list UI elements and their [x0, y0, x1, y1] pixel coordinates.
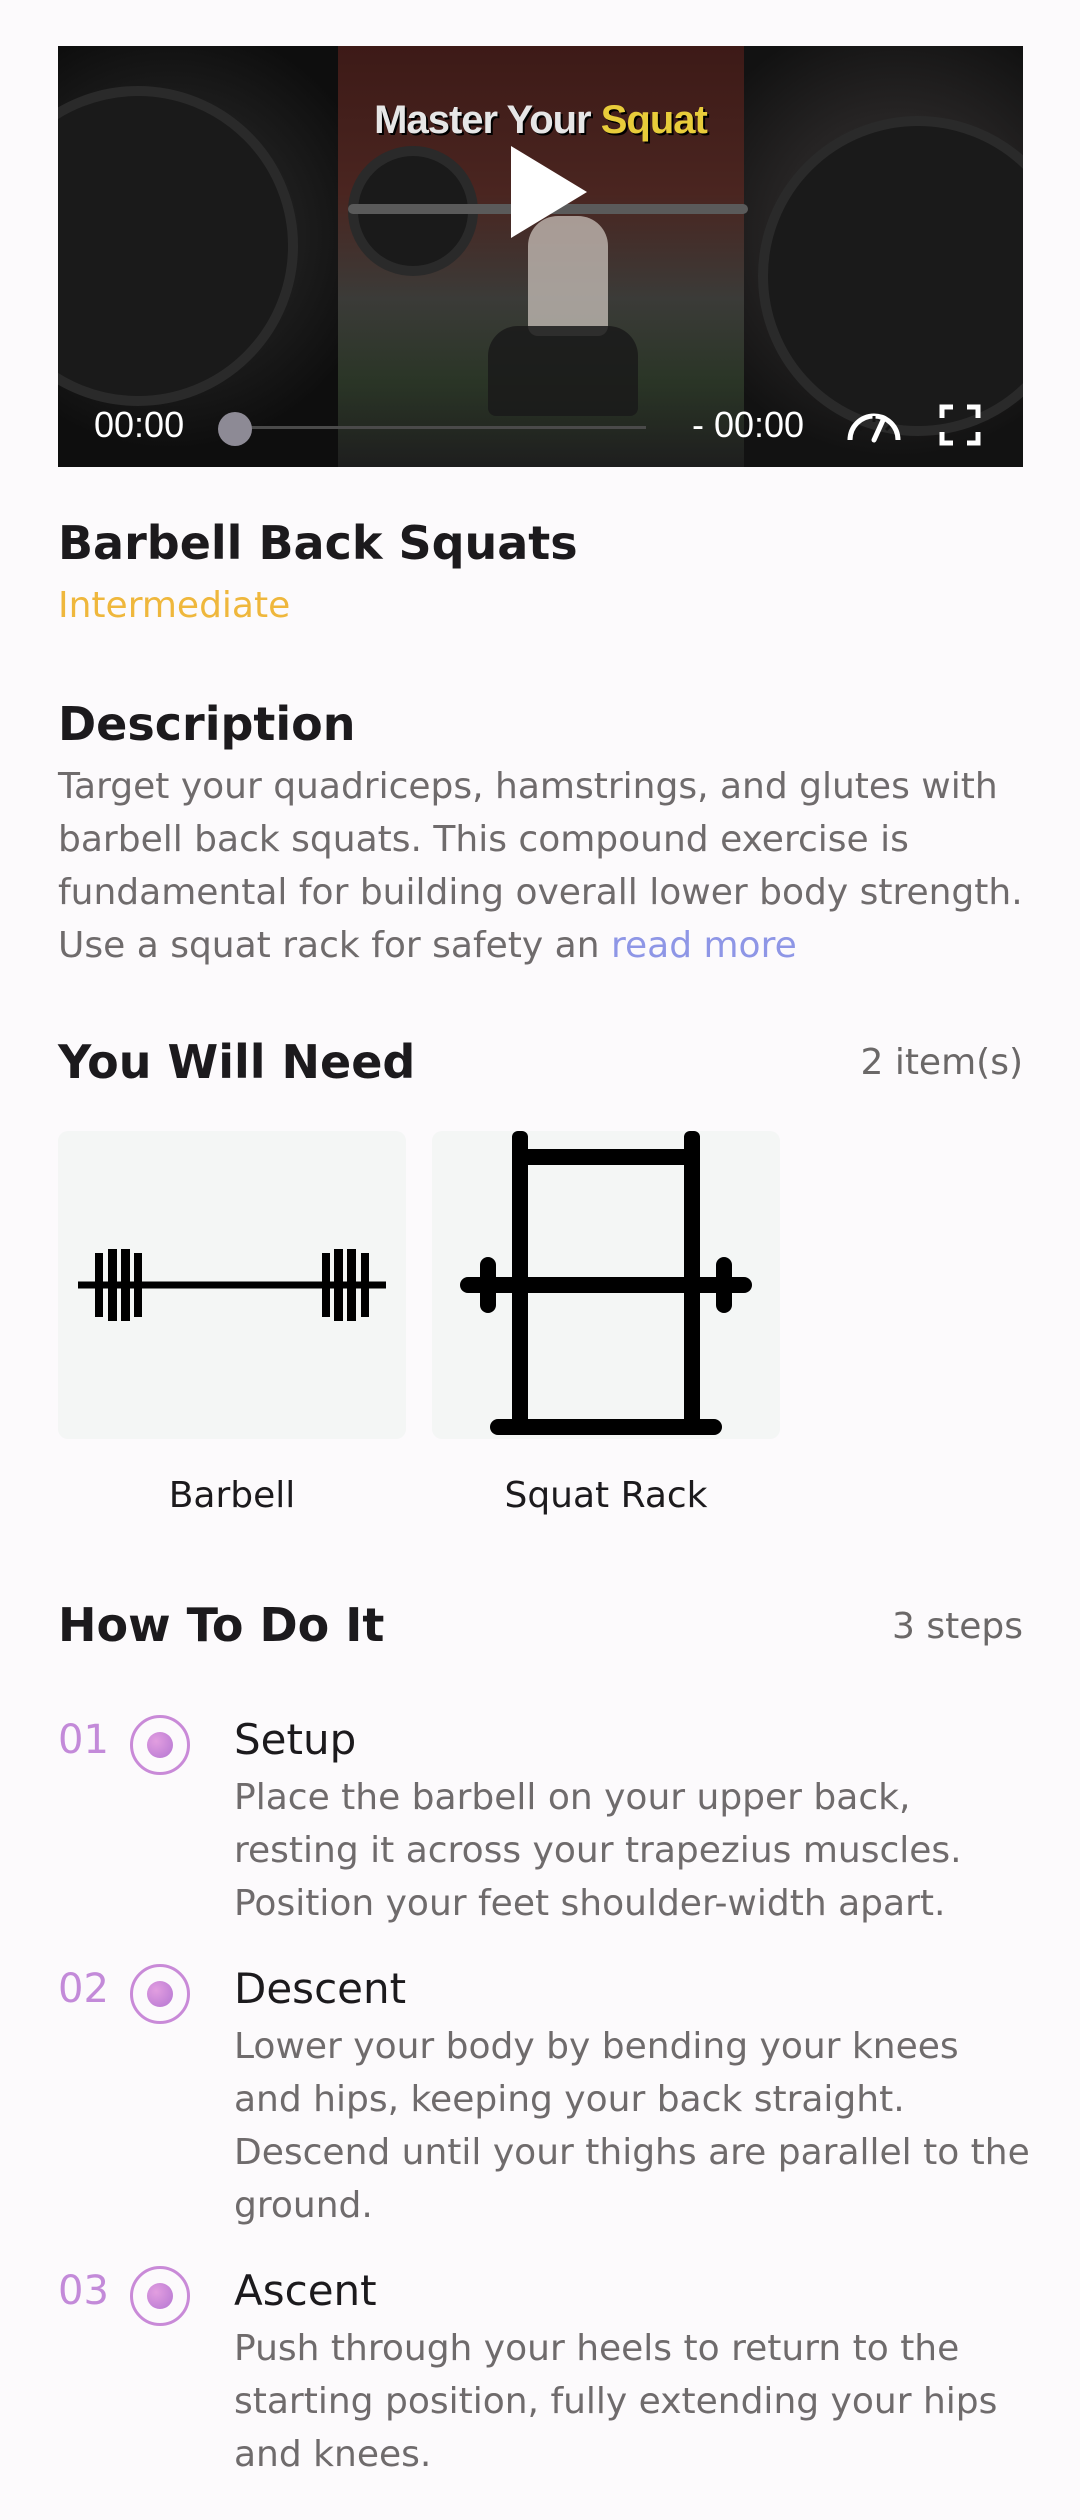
difficulty-level: Intermediate	[58, 585, 291, 626]
seek-bar[interactable]	[228, 426, 646, 429]
steps-heading: How To Do It	[58, 1598, 385, 1652]
exercise-detail-page: Master Your Squat 00:00 - 00:00 Barbell …	[0, 0, 1080, 2520]
step-number: 03	[58, 2268, 109, 2314]
step-number: 01	[58, 1717, 109, 1763]
fullscreen-icon[interactable]	[939, 404, 981, 446]
equipment-image-tile	[58, 1131, 406, 1439]
step-marker-icon	[130, 1715, 190, 1775]
play-icon[interactable]	[511, 146, 587, 238]
video-player[interactable]: Master Your Squat 00:00 - 00:00	[58, 46, 1023, 467]
exercise-title: Barbell Back Squats	[58, 516, 578, 570]
remaining-time: - 00:00	[692, 404, 805, 445]
description-body: Target your quadriceps, hamstrings, and …	[58, 766, 1023, 966]
description-text: Target your quadriceps, hamstrings, and …	[58, 760, 1023, 972]
equipment-card[interactable]: Barbell	[58, 1131, 406, 1516]
read-more-link[interactable]: read more	[611, 925, 797, 966]
seek-knob[interactable]	[218, 412, 252, 446]
step-number: 02	[58, 1966, 109, 2012]
barbell-icon	[78, 1249, 386, 1321]
equipment-label: Squat Rack	[504, 1475, 708, 1516]
step-title: Setup	[234, 1715, 357, 1764]
equipment-count: 2 item(s)	[860, 1042, 1023, 1083]
step-title: Descent	[234, 1964, 407, 2013]
equipment-image-tile	[432, 1131, 780, 1439]
step-text: Place the barbell on your upper back, re…	[234, 1777, 962, 1924]
equipment-heading: You Will Need	[58, 1035, 416, 1089]
step-text: Lower your body by bending your knees an…	[234, 2026, 1030, 2226]
equipment-card[interactable]: Squat Rack	[432, 1131, 780, 1516]
steps-count: 3 steps	[892, 1606, 1023, 1647]
video-controls: 00:00 - 00:00	[58, 396, 1023, 452]
description-heading: Description	[58, 697, 356, 751]
speedometer-icon[interactable]	[844, 402, 904, 446]
step-marker-icon	[130, 2266, 190, 2326]
step-title: Ascent	[234, 2266, 377, 2315]
step-marker-icon	[130, 1964, 190, 2024]
current-time: 00:00	[94, 404, 185, 445]
squat-rack-icon	[460, 1131, 752, 1435]
step-text: Push through your heels to return to the…	[234, 2328, 998, 2475]
equipment-label: Barbell	[168, 1475, 296, 1516]
video-title-overlay: Master Your Squat	[374, 98, 708, 142]
